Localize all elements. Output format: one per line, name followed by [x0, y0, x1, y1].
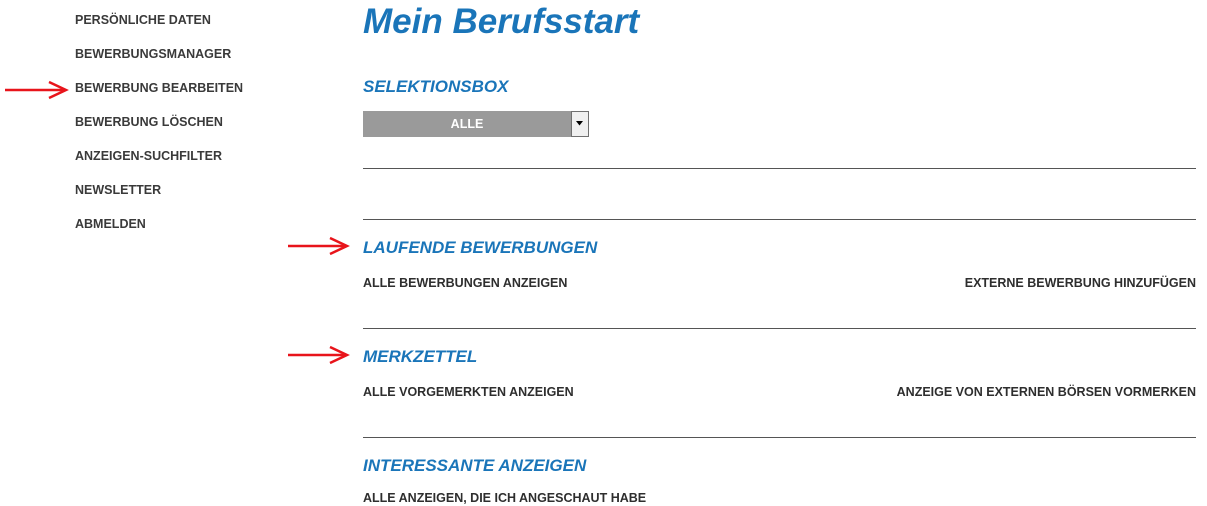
- sidebar-item-newsletter[interactable]: NEWSLETTER: [75, 181, 305, 215]
- externe-bewerbung-hinzufuegen-link[interactable]: EXTERNE BEWERBUNG HINZUFÜGEN: [965, 276, 1196, 290]
- divider: [363, 437, 1196, 438]
- selektionsbox-heading: SELEKTIONSBOX: [363, 77, 509, 96]
- interessante-anzeigen-heading: INTERESSANTE ANZEIGEN: [363, 456, 587, 475]
- divider: [363, 168, 1196, 169]
- page-title: Mein Berufsstart: [363, 2, 640, 41]
- divider: [363, 219, 1196, 220]
- anzeige-externe-boersen-vormerken-link[interactable]: ANZEIGE VON EXTERNEN BÖRSEN VORMERKEN: [897, 385, 1196, 399]
- select-dropdown-button[interactable]: [571, 111, 589, 137]
- sidebar-item-anzeigen-suchfilter[interactable]: ANZEIGEN-SUCHFILTER: [75, 147, 305, 181]
- alle-angeschauten-anzeigen-link[interactable]: ALLE ANZEIGEN, DIE ICH ANGESCHAUT HABE: [363, 491, 646, 505]
- chevron-down-icon: [576, 121, 583, 126]
- sidebar-item-bewerbungsmanager[interactable]: BEWERBUNGSMANAGER: [75, 45, 305, 79]
- sidebar-item-abmelden[interactable]: ABMELDEN: [75, 215, 305, 249]
- red-arrow-icon: [5, 80, 69, 100]
- red-arrow-icon: [288, 345, 350, 365]
- selektionsbox-select[interactable]: ALLE: [363, 111, 589, 137]
- laufende-bewerbungen-heading: LAUFENDE BEWERBUNGEN: [363, 238, 598, 257]
- sidebar-nav: PERSÖNLICHE DATEN BEWERBUNGSMANAGER BEWE…: [75, 11, 305, 249]
- sidebar-item-bewerbung-bearbeiten[interactable]: BEWERBUNG BEARBEITEN: [75, 79, 305, 113]
- select-value: ALLE: [363, 111, 571, 137]
- alle-vorgemerkten-anzeigen-link[interactable]: ALLE VORGEMERKTEN ANZEIGEN: [363, 385, 574, 399]
- divider: [363, 328, 1196, 329]
- merkzettel-heading: MERKZETTEL: [363, 347, 478, 366]
- red-arrow-icon: [288, 236, 350, 256]
- sidebar-item-bewerbung-loeschen[interactable]: BEWERBUNG LÖSCHEN: [75, 113, 305, 147]
- alle-bewerbungen-anzeigen-link[interactable]: ALLE BEWERBUNGEN ANZEIGEN: [363, 276, 567, 290]
- sidebar-item-persoenliche-daten[interactable]: PERSÖNLICHE DATEN: [75, 11, 305, 45]
